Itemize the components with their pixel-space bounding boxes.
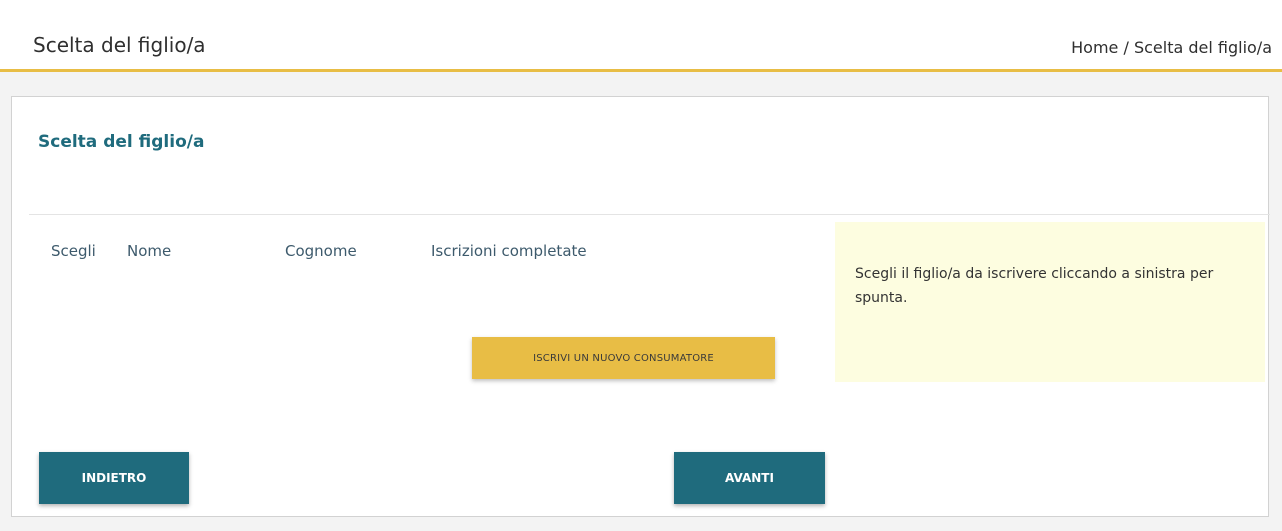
content-area: Scelta del figlio/a Scegli Nome Cognome … — [0, 72, 1282, 531]
back-button[interactable]: INDIETRO — [39, 452, 189, 504]
child-selection-card: Scelta del figlio/a Scegli Nome Cognome … — [11, 96, 1270, 517]
hint-box: Scegli il figlio/a da iscrivere cliccand… — [835, 222, 1265, 382]
column-header-cognome: Cognome — [285, 242, 357, 260]
hint-text: Scegli il figlio/a da iscrivere cliccand… — [855, 266, 1214, 306]
breadcrumb-current: Scelta del figlio/a — [1133, 38, 1272, 57]
column-header-nome: Nome — [127, 242, 172, 260]
page-title: Scelta del figlio/a — [33, 33, 206, 57]
next-button[interactable]: AVANTI — [674, 452, 825, 504]
add-new-consumer-button[interactable]: ISCRIVI UN NUOVO CONSUMATORE — [472, 337, 775, 379]
column-header-iscrizioni-completate: Iscrizioni completate — [431, 242, 587, 260]
card-divider — [29, 214, 1270, 215]
card-title: Scelta del figlio/a — [38, 132, 205, 152]
breadcrumb: Home / Scelta del figlio/a — [1071, 38, 1272, 57]
page-header: Scelta del figlio/a Home / Scelta del fi… — [0, 0, 1282, 72]
column-header-scegli: Scegli — [51, 242, 96, 260]
breadcrumb-home-link[interactable]: Home — [1071, 38, 1118, 57]
breadcrumb-separator: / — [1118, 38, 1134, 57]
